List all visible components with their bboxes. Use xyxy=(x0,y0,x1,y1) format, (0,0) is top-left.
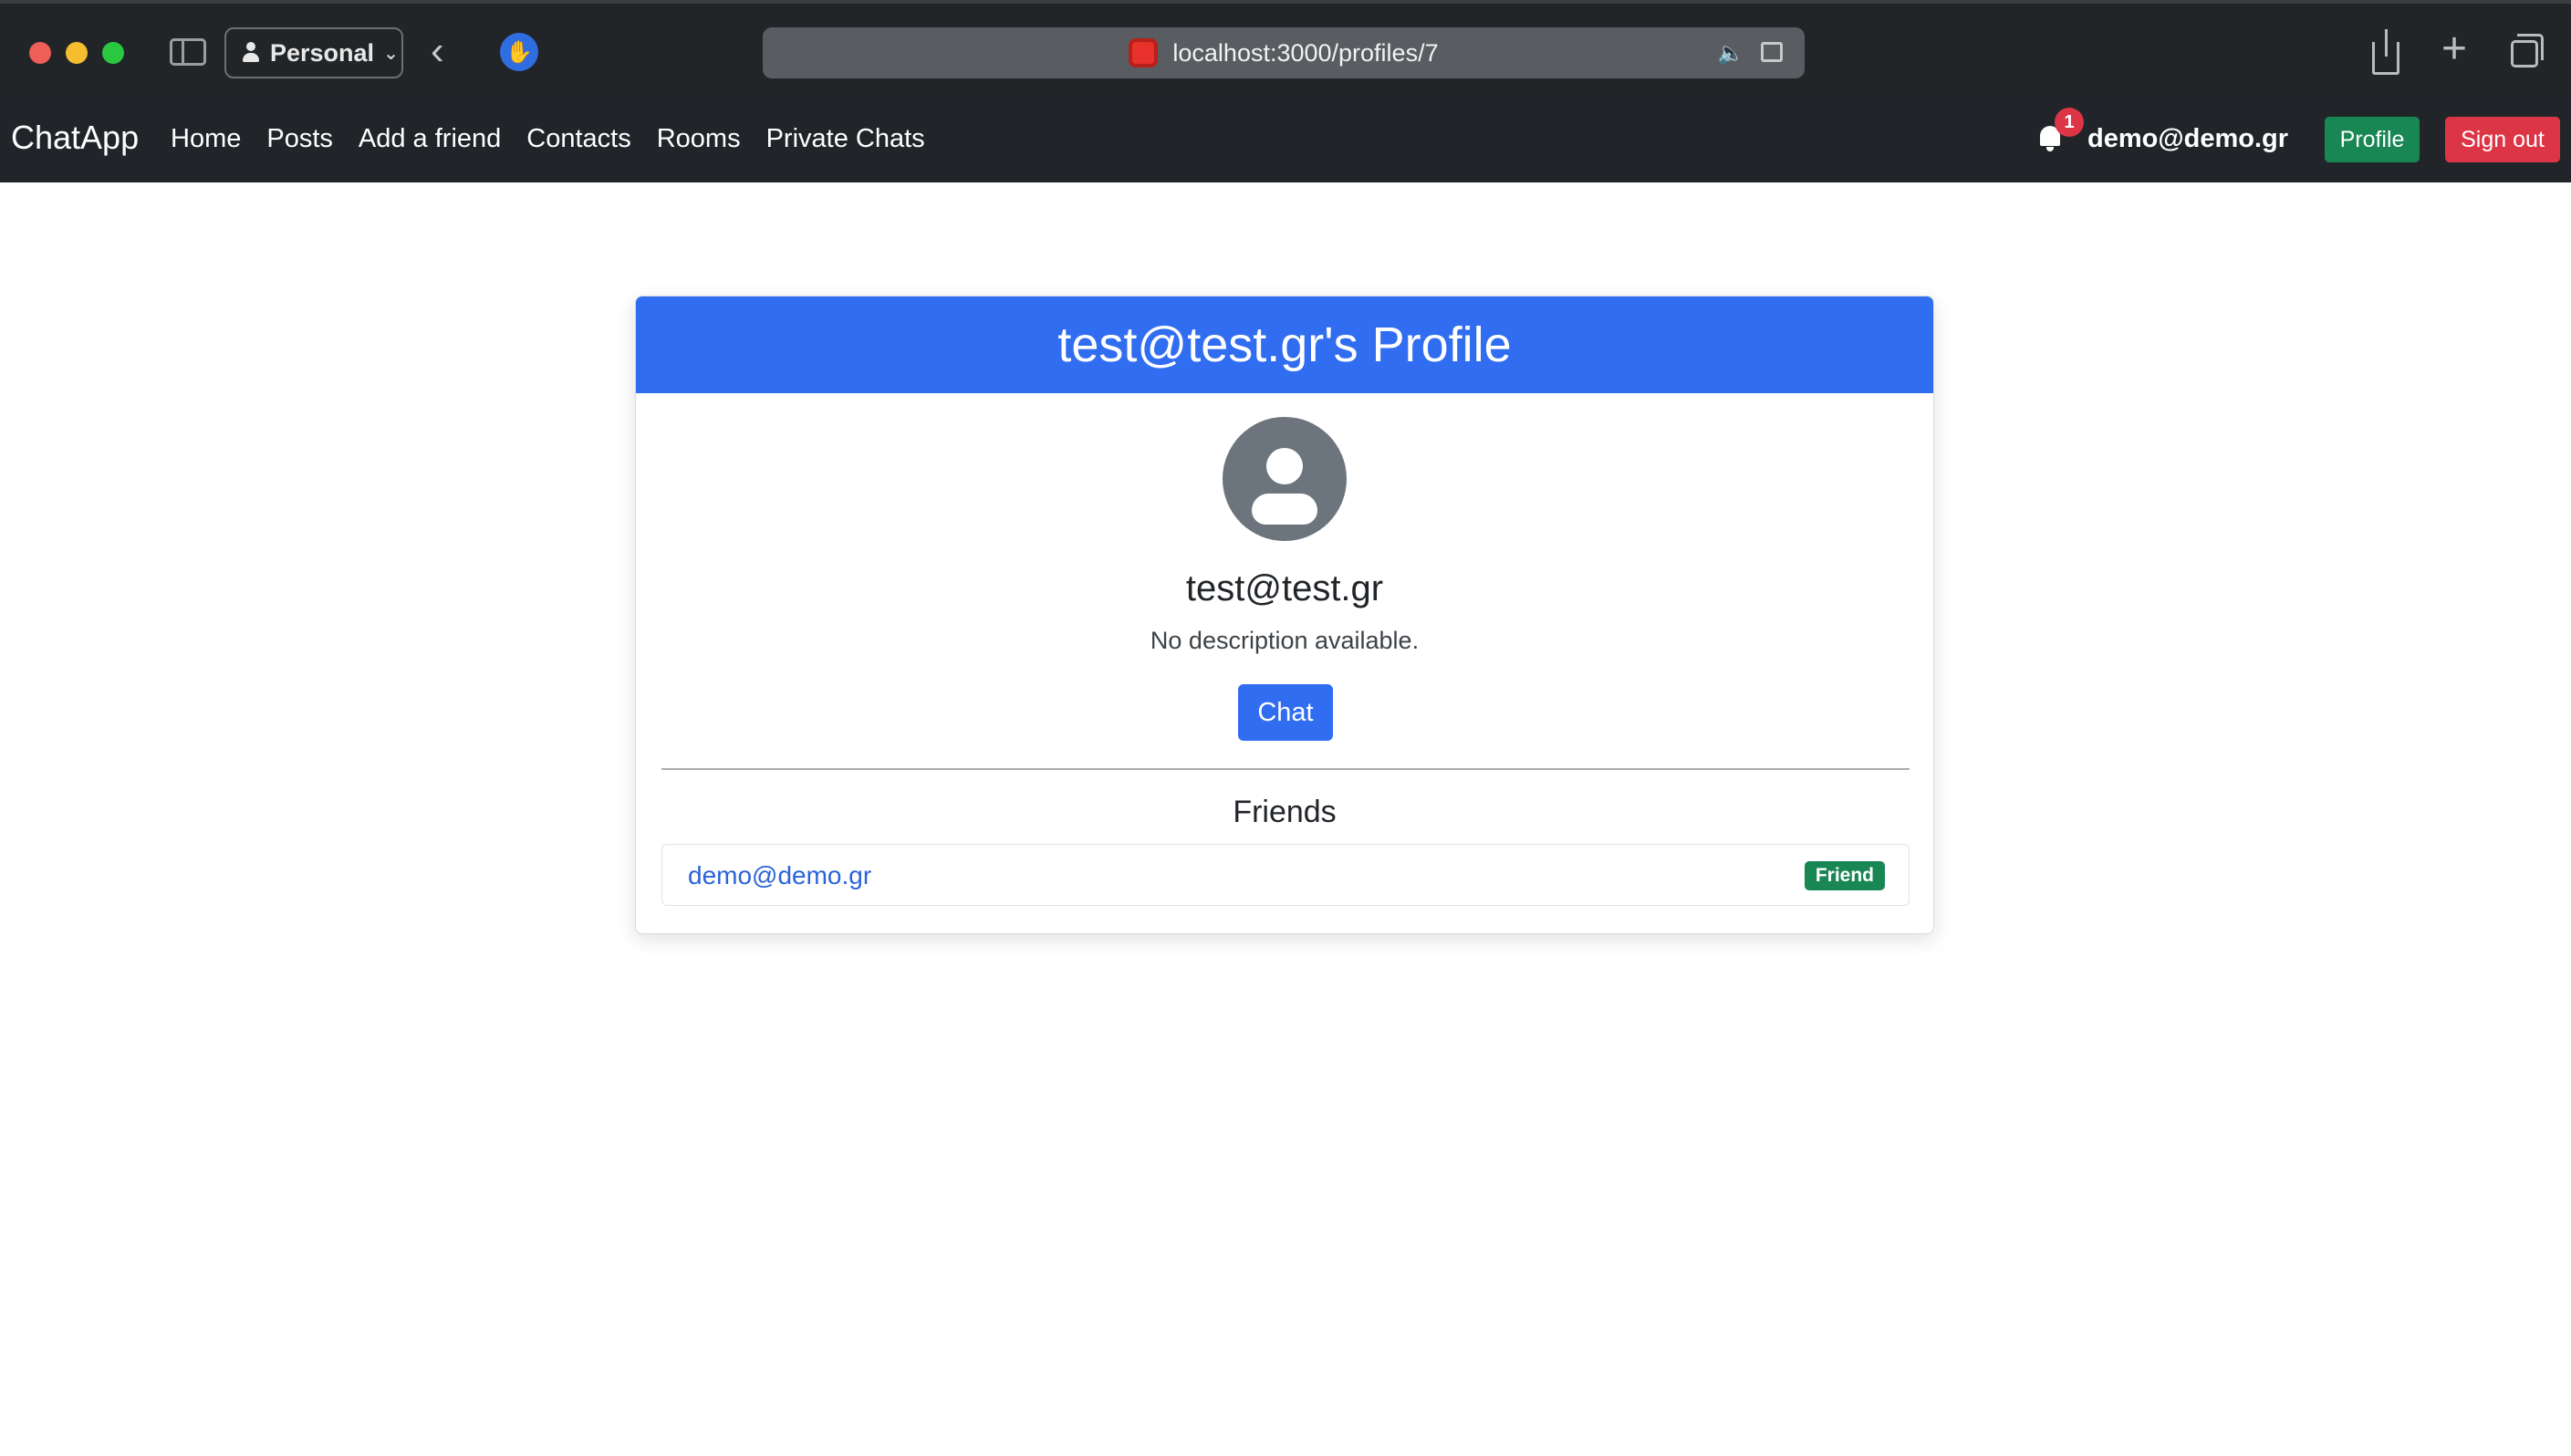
url-text: localhost:3000/profiles/7 xyxy=(1172,38,1439,67)
nav-link-home[interactable]: Home xyxy=(171,124,241,154)
notification-count-badge: 1 xyxy=(2055,108,2084,137)
nav-link-add-friend[interactable]: Add a friend xyxy=(359,124,501,154)
status-badge: Friend xyxy=(1804,861,1885,890)
profile-description: No description available. xyxy=(1150,627,1420,654)
browser-profile-label: Personal xyxy=(270,38,375,67)
current-user-email: demo@demo.gr xyxy=(2087,124,2289,153)
avatar xyxy=(1223,417,1347,541)
nav-links: Home Posts Add a friend Contacts Rooms P… xyxy=(171,124,951,154)
tabs-icon[interactable] xyxy=(2511,34,2544,68)
profile-name: test@test.gr xyxy=(1185,568,1384,608)
browser-toolbar: Personal ⌄ ‹ ✋ localhost:3000/profiles/7… xyxy=(0,0,2571,97)
friends-heading: Friends xyxy=(1233,795,1337,829)
list-item: demo@demo.gr Friend xyxy=(661,844,1910,906)
chat-button[interactable]: Chat xyxy=(1238,684,1333,741)
profile-card-header: test@test.gr's Profile xyxy=(636,296,1933,393)
friend-profile-link[interactable]: demo@demo.gr xyxy=(688,861,871,890)
audio-icon[interactable]: 🔈 xyxy=(1717,40,1744,67)
share-icon[interactable] xyxy=(2372,29,2399,75)
app-navbar: ChatApp Home Posts Add a friend Contacts… xyxy=(0,97,2571,182)
page-title: test@test.gr's Profile xyxy=(1057,317,1512,372)
close-window-button[interactable] xyxy=(29,42,51,64)
nav-link-rooms[interactable]: Rooms xyxy=(657,124,741,154)
site-favicon-icon xyxy=(1129,38,1159,68)
hand-icon[interactable]: ✋ xyxy=(500,33,538,71)
nav-link-posts[interactable]: Posts xyxy=(266,124,333,154)
nav-link-contacts[interactable]: Contacts xyxy=(526,124,630,154)
chevron-down-icon: ⌄ xyxy=(383,43,399,64)
back-arrow-icon[interactable]: ‹ xyxy=(431,31,444,71)
sign-out-button[interactable]: Sign out xyxy=(2445,117,2560,162)
plus-icon[interactable]: + xyxy=(2441,27,2467,71)
brand-link[interactable]: ChatApp xyxy=(11,119,139,157)
profile-button[interactable]: Profile xyxy=(2325,117,2420,162)
nav-link-private-chats[interactable]: Private Chats xyxy=(766,124,925,154)
divider xyxy=(661,768,1910,770)
sidebar-icon[interactable] xyxy=(170,38,206,66)
reader-icon[interactable] xyxy=(1761,42,1783,62)
profile-card: test@test.gr's Profile test@test.gr No d… xyxy=(635,296,1934,934)
address-bar[interactable]: localhost:3000/profiles/7 🔈 xyxy=(763,27,1805,78)
browser-profile-selector[interactable]: Personal ⌄ xyxy=(224,27,403,78)
maximize-window-button[interactable] xyxy=(102,42,124,64)
person-icon xyxy=(241,42,261,64)
minimize-window-button[interactable] xyxy=(66,42,88,64)
